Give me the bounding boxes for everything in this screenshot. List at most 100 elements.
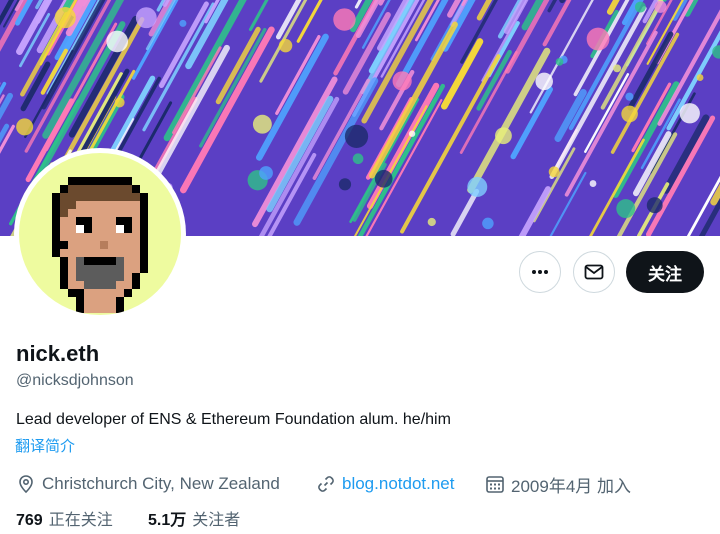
avatar-pixel [84, 201, 92, 209]
avatar-pixel [52, 241, 60, 249]
banner-dot [613, 64, 622, 73]
avatar-pixel [108, 281, 116, 289]
avatar-pixel [68, 193, 76, 201]
avatar-pixel [116, 273, 124, 281]
avatar-pixel [108, 249, 116, 257]
avatar-pixel [68, 281, 76, 289]
avatar-pixel [76, 265, 84, 273]
banner-dot [408, 130, 416, 137]
avatar-pixel [116, 185, 124, 193]
avatar-pixel [92, 193, 100, 201]
banner-dot [392, 71, 412, 91]
avatar-pixel [76, 257, 84, 265]
link-icon [318, 476, 334, 492]
avatar-pixel [108, 225, 116, 233]
follow-button[interactable]: 关注 [626, 251, 704, 293]
avatar-pixel [100, 209, 108, 217]
avatar-pixel [76, 289, 84, 297]
avatar-pixel [100, 217, 108, 225]
avatar-pixel [124, 193, 132, 201]
avatar-pixel [132, 257, 140, 265]
avatar-pixel [76, 305, 84, 313]
avatar-pixel [76, 281, 84, 289]
avatar-pixel [76, 249, 84, 257]
avatar-pixel [140, 257, 148, 265]
avatar-pixel [140, 225, 148, 233]
avatar-pixel [52, 217, 60, 225]
avatar-pixel [76, 273, 84, 281]
followers-label: 关注者 [192, 512, 241, 529]
avatar-pixel [100, 273, 108, 281]
avatar-pixel [84, 225, 92, 233]
avatar-pixel [68, 241, 76, 249]
avatar-pixel [84, 265, 92, 273]
followers-link[interactable]: 5.1万 关注者 [148, 510, 240, 532]
avatar-pixel [68, 185, 76, 193]
translate-bio-link[interactable]: 翻译简介 [15, 437, 75, 457]
avatar-pixel [100, 289, 108, 297]
avatar-pixel [84, 193, 92, 201]
banner-dot [114, 97, 125, 108]
avatar-pixel [84, 249, 92, 257]
joined-item: 2009年4月 加入 [485, 471, 631, 497]
avatar-pixel [116, 257, 124, 265]
avatar-pixel [52, 193, 60, 201]
followers-count: 5.1万 [148, 512, 187, 529]
avatar-pixel [116, 217, 124, 225]
avatar-pixel [124, 233, 132, 241]
banner-dot [467, 176, 488, 197]
avatar-pixel [108, 185, 116, 193]
avatar-pixel [52, 209, 60, 217]
banner-dot [548, 166, 560, 178]
avatar-pixel [116, 233, 124, 241]
avatar-pixel [140, 217, 148, 225]
avatar-pixel [100, 305, 108, 313]
avatar-pixel [60, 265, 68, 273]
avatar-pixel [108, 209, 116, 217]
avatar-pixel [100, 249, 108, 257]
avatar-pixel [100, 297, 108, 305]
avatar-pixel [84, 273, 92, 281]
avatar-pixel [92, 233, 100, 241]
location-text: Christchurch City, New Zealand [42, 474, 280, 493]
avatar-pixel [92, 265, 100, 273]
avatar-pixel [92, 297, 100, 305]
avatar-pixel [52, 201, 60, 209]
more-button[interactable] [519, 251, 561, 293]
avatar-pixel [100, 281, 108, 289]
avatar-pixel [116, 289, 124, 297]
avatar-pixel [116, 249, 124, 257]
avatar-pixel [132, 281, 140, 289]
banner-dot [259, 166, 273, 180]
banner-dot [338, 178, 352, 191]
avatar-pixel [100, 233, 108, 241]
banner-dot [179, 19, 187, 27]
avatar-pixel [100, 185, 108, 193]
avatar[interactable] [14, 148, 186, 320]
avatar-pixel [124, 289, 132, 297]
website-link[interactable]: blog.notdot.net [342, 474, 454, 494]
avatar-pixel [92, 257, 100, 265]
message-button[interactable] [573, 251, 615, 293]
banner-dot [352, 153, 364, 165]
location-item: Christchurch City, New Zealand [16, 471, 280, 497]
avatar-pixel [68, 249, 76, 257]
banner-dot [625, 92, 634, 101]
banner-dot [16, 118, 34, 136]
avatar-pixel [84, 305, 92, 313]
avatar-pixel [92, 201, 100, 209]
avatar-pixel [68, 209, 76, 217]
user-handle: @nicksdjohnson [16, 372, 134, 389]
avatar-pixel [108, 217, 116, 225]
avatar-pixel [132, 201, 140, 209]
avatar-pixel [92, 281, 100, 289]
pixel-punk-portrait [52, 177, 148, 313]
following-link[interactable]: 769 正在关注 [16, 510, 113, 532]
avatar-pixel [116, 281, 124, 289]
avatar-pixel [124, 281, 132, 289]
avatar-pixel [60, 241, 68, 249]
banner-dot [482, 217, 494, 230]
avatar-pixel [140, 201, 148, 209]
avatar-pixel [76, 201, 84, 209]
avatar-pixel [92, 273, 100, 281]
